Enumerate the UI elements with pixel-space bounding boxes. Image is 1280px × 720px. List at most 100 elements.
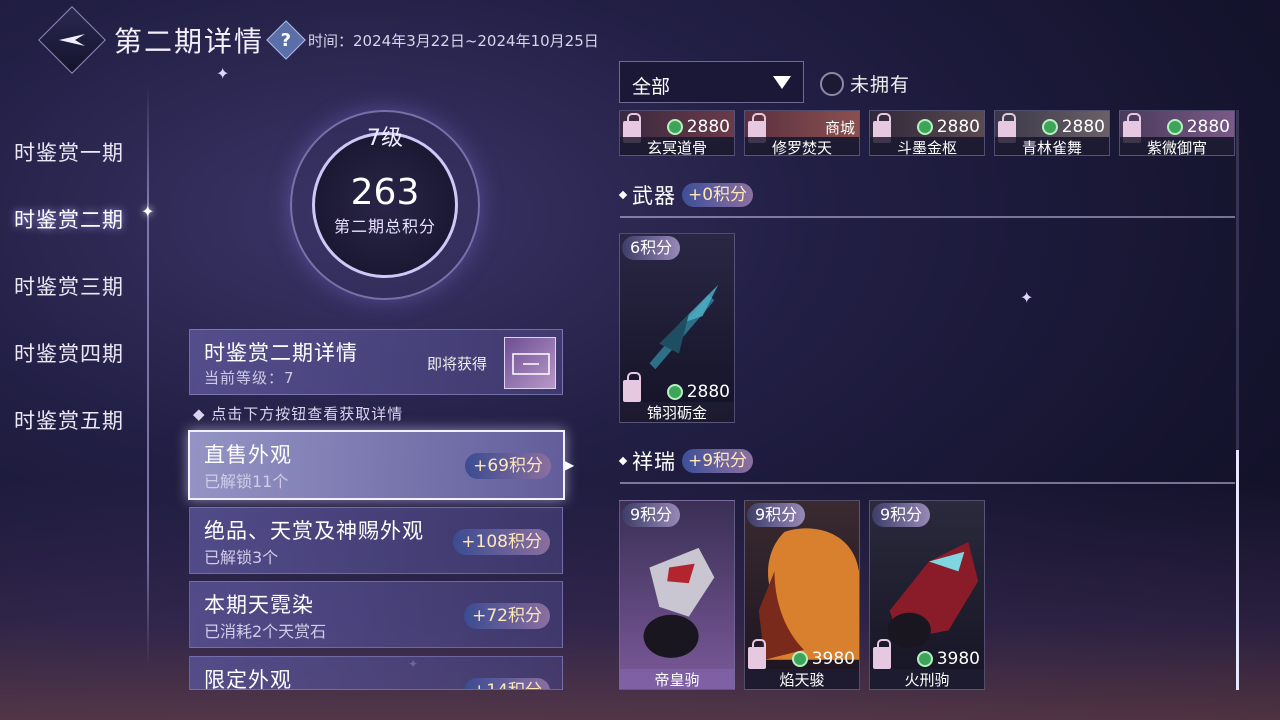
category-premium[interactable]: 绝品、天赏及神赐外观 已解锁3个 +108积分 [189, 507, 563, 574]
price: 2880 [666, 382, 730, 402]
dropdown-caret-icon [773, 76, 791, 89]
price-value: 2880 [936, 117, 980, 137]
price-value: 2880 [1186, 117, 1230, 137]
active-marker-icon: ✦ [141, 202, 155, 221]
price: 2880 [666, 117, 730, 137]
season-nav-item[interactable]: 时鉴赏四期 [14, 319, 124, 386]
price: 2880 [1166, 117, 1230, 137]
price-value: 2880 [1061, 117, 1105, 137]
category-direct-sale[interactable]: 直售外观 已解锁11个 +69积分 [188, 430, 565, 500]
total-score-label: 第二期总积分 [333, 217, 436, 236]
season-nav-item[interactable]: 时鉴赏五期 [14, 386, 124, 453]
category-dye[interactable]: 本期天霓染 已消耗2个天赏石 +72积分 [189, 581, 563, 648]
season-nav-item[interactable]: 时鉴赏三期 [14, 252, 124, 319]
season-nav-item-active[interactable]: 时鉴赏二期 [14, 185, 124, 252]
nav-divider [147, 85, 149, 665]
coin-icon [916, 651, 933, 667]
header: 第二期详情 ? 时间：2024年3月22日~2024年10月25日 [38, 6, 599, 74]
filter-dropdown[interactable]: 全部 [619, 61, 804, 103]
mount-tile[interactable]: 9积分 帝皇驹 [619, 500, 735, 690]
sparkle-icon: ✦ [1020, 288, 1034, 307]
mount-art [643, 547, 715, 658]
back-arrow-icon [59, 34, 85, 46]
category-sub: 已解锁3个 [204, 548, 279, 567]
help-button[interactable]: ? [266, 20, 306, 60]
outfit-name: 修罗焚天 [745, 137, 859, 155]
lock-icon [873, 639, 891, 669]
mount-tile[interactable]: 9积分 3980 火刑驹 [869, 500, 985, 690]
price-value: 3980 [811, 649, 855, 669]
scrollbar-thumb[interactable] [1236, 450, 1239, 690]
back-button[interactable] [38, 6, 106, 74]
outfit-tile[interactable]: 2880 紫微御宵 [1119, 110, 1235, 156]
reward-item-icon [512, 353, 550, 375]
coin-icon [666, 119, 683, 135]
outfit-tile[interactable]: 2880 青林雀舞 [994, 110, 1110, 156]
points-badge: 9积分 [872, 503, 931, 527]
section-divider [620, 482, 1235, 484]
lock-icon [748, 639, 766, 669]
coin-icon [666, 384, 683, 400]
radio-icon[interactable] [820, 71, 844, 96]
category-name: 绝品、天赏及神赐外观 [204, 519, 424, 543]
coin-icon [916, 119, 933, 135]
mount-tile[interactable]: 9积分 3980 焰天骏 [744, 500, 860, 690]
page-title: 第二期详情 [114, 25, 265, 58]
category-sub: 已解锁11个 [204, 472, 289, 491]
unowned-toggle[interactable]: 未拥有 [820, 70, 910, 97]
category-points: +69积分 [465, 453, 551, 479]
total-score: 263 [350, 172, 420, 213]
mount-name: 火刑驹 [870, 669, 984, 689]
outfit-name: 紫微御宵 [1120, 137, 1234, 155]
outfit-name: 玄冥道骨 [620, 137, 734, 155]
season-detail-card[interactable]: 时鉴赏二期详情 当前等级：7 即将获得 [189, 329, 563, 395]
price-value: 3980 [936, 649, 980, 669]
outfit-tile[interactable]: 2880 斗墨金枢 [869, 110, 985, 156]
level-ring: 7级 263 第二期总积分 [290, 110, 480, 300]
season-detail-title: 时鉴赏二期详情 [204, 341, 358, 365]
coin-icon [1166, 119, 1183, 135]
category-name: 本期天霓染 [204, 593, 314, 617]
price-value: 2880 [686, 117, 730, 137]
section-points: +9积分 [682, 449, 754, 473]
shop-label: 商城 [824, 119, 855, 137]
category-name: 限定外观 [204, 668, 292, 690]
question-icon: ? [280, 29, 292, 51]
section-title: 武器 [632, 184, 676, 208]
current-level: 当前等级：7 [204, 369, 295, 387]
selected-arrow-icon: ▶ [565, 458, 575, 472]
category-points: +72积分 [464, 603, 550, 629]
price-value: 2880 [686, 382, 730, 402]
next-reward-thumbnail[interactable] [504, 337, 556, 389]
date-range: 时间：2024年3月22日~2024年10月25日 [308, 31, 599, 50]
outfit-tile[interactable]: 商城 修罗焚天 [744, 110, 860, 156]
price: 3980 [791, 649, 855, 669]
points-badge: 9积分 [622, 503, 681, 527]
outfit-tile[interactable]: 2880 玄冥道骨 [619, 110, 735, 156]
points-badge: 9积分 [747, 503, 806, 527]
season-nav-item[interactable]: 时鉴赏一期 [14, 118, 124, 185]
bullet-icon [618, 190, 628, 200]
coin-icon [791, 651, 808, 667]
category-sub: 已消耗2个天赏石 [204, 622, 327, 641]
category-limited[interactable]: 限定外观 +14积分 [189, 656, 563, 690]
weapon-section-header: 武器 +0积分 [618, 180, 754, 210]
points-badge: 6积分 [622, 236, 681, 260]
filter-selected: 全部 [632, 76, 671, 98]
category-points: +14积分 [464, 678, 550, 689]
section-divider [620, 216, 1235, 218]
mount-name: 焰天骏 [745, 669, 859, 689]
coin-icon [1041, 119, 1058, 135]
price: 2880 [916, 117, 980, 137]
unowned-label: 未拥有 [850, 74, 911, 96]
weapon-name: 锦羽砺金 [620, 402, 734, 422]
section-title: 祥瑞 [632, 450, 676, 474]
bullet-icon [618, 456, 628, 466]
category-name: 直售外观 [204, 443, 292, 467]
weapon-art [649, 284, 719, 370]
weapon-tile[interactable]: 6积分 2880 锦羽砺金 [619, 233, 735, 423]
outfit-name: 青林雀舞 [995, 137, 1109, 155]
season-nav: 时鉴赏一期 时鉴赏二期 时鉴赏三期 时鉴赏四期 时鉴赏五期 [14, 118, 124, 453]
category-points: +108积分 [453, 529, 550, 555]
price: 3980 [916, 649, 980, 669]
